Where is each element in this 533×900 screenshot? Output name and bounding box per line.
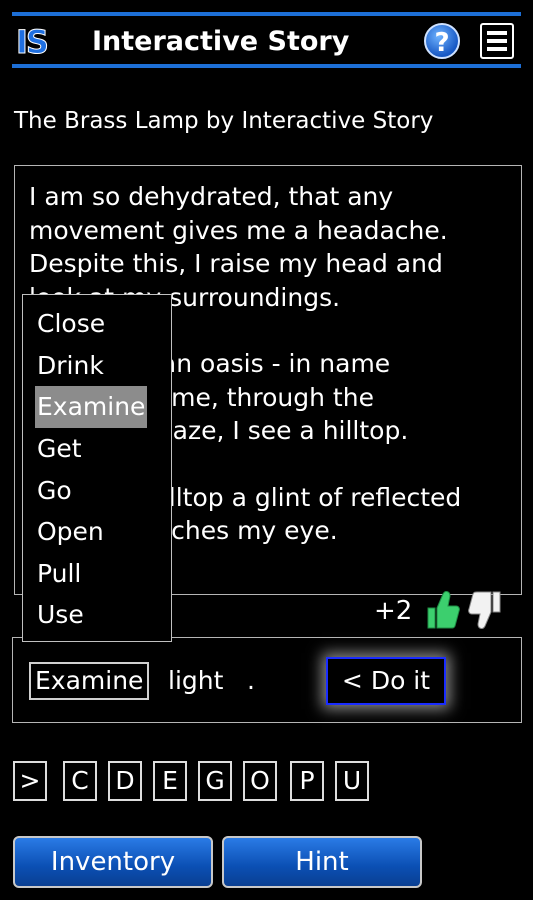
shortcut-key[interactable]: P — [290, 761, 324, 801]
story-title: The Brass Lamp by Interactive Story — [14, 108, 434, 134]
sentence-terminator[interactable]: . — [247, 664, 255, 698]
rating-score: +2 — [374, 596, 413, 626]
do-it-button[interactable]: < Do it — [326, 657, 446, 705]
verb-menu-item[interactable]: Go — [35, 470, 74, 512]
app-header: IS Interactive Story ? — [12, 12, 521, 68]
shortcut-key[interactable]: O — [243, 761, 277, 801]
noun-selector[interactable]: light — [168, 664, 223, 698]
verb-dropdown-menu: Close Drink Examine Get Go Open Pull Use — [22, 294, 172, 642]
command-builder: Examine light . < Do it — [12, 637, 522, 723]
hint-button[interactable]: Hint — [222, 836, 422, 888]
help-button[interactable]: ? — [424, 23, 460, 59]
shortcut-key[interactable]: E — [153, 761, 187, 801]
shortcut-key[interactable]: U — [335, 761, 369, 801]
thumbs-down-icon[interactable] — [468, 588, 504, 632]
verb-menu-item[interactable]: Get — [35, 428, 84, 470]
app-title: Interactive Story — [92, 26, 350, 57]
inventory-button[interactable]: Inventory — [13, 836, 213, 888]
thumbs-up-icon[interactable] — [424, 588, 460, 632]
shortcut-key[interactable]: D — [108, 761, 142, 801]
shortcut-key[interactable]: C — [63, 761, 97, 801]
verb-selector[interactable]: Examine — [29, 662, 150, 700]
shortcut-key[interactable]: > — [13, 761, 47, 801]
verb-menu-item[interactable]: Drink — [35, 345, 106, 387]
verb-menu-item[interactable]: Open — [35, 511, 106, 553]
verb-menu-item[interactable]: Use — [35, 594, 86, 636]
shortcut-key[interactable]: G — [198, 761, 232, 801]
verb-menu-item[interactable]: Close — [35, 303, 107, 345]
app-logo: IS — [16, 23, 50, 61]
verb-menu-item[interactable]: Pull — [35, 553, 83, 595]
verb-menu-item-selected[interactable]: Examine — [35, 386, 148, 428]
hamburger-menu-icon[interactable] — [480, 23, 514, 59]
